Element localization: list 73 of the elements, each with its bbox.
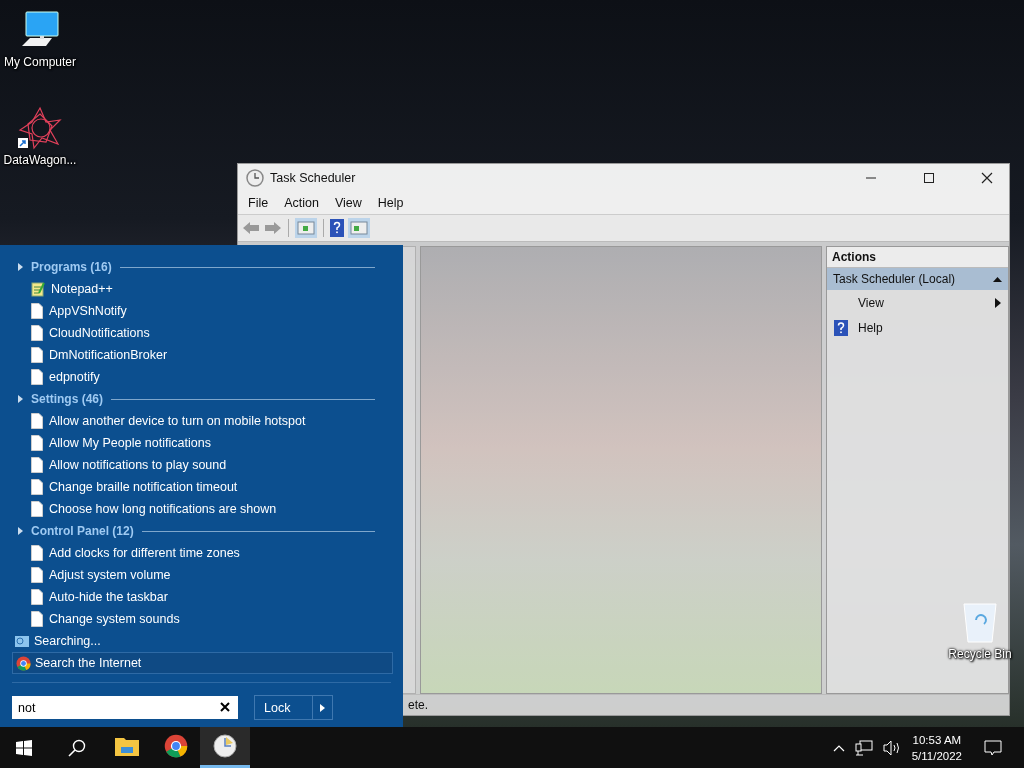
status-text: ete. (408, 698, 428, 712)
section-heading[interactable]: Control Panel (12) (31, 524, 134, 538)
search-icon[interactable] (68, 738, 86, 757)
document-icon (31, 589, 43, 605)
actions-group-header[interactable]: Task Scheduler (Local) (827, 268, 1008, 290)
notification-icon[interactable] (984, 739, 1002, 756)
search-result[interactable]: DmNotificationBroker (49, 348, 168, 362)
browser-icon (16, 655, 31, 671)
clock-icon (213, 734, 237, 758)
close-icon[interactable] (981, 171, 993, 184)
collapse-caret-icon (993, 276, 1002, 282)
help-icon[interactable] (330, 219, 344, 237)
notepad-icon (31, 281, 45, 297)
action-link[interactable]: View (858, 295, 884, 310)
document-icon (31, 435, 43, 451)
browser-icon (164, 734, 188, 758)
console-tree-icon[interactable] (295, 218, 317, 238)
desktop-icon-label[interactable]: DataWagon... (3, 153, 77, 167)
taskbar-app[interactable] (200, 727, 250, 768)
speaker-icon[interactable] (882, 739, 901, 756)
search-result[interactable]: Choose how long notifications are shown (49, 502, 277, 516)
windows-logo-icon[interactable] (16, 739, 32, 756)
document-icon (31, 325, 43, 341)
searching-status: Searching... (34, 634, 101, 648)
menu-item[interactable]: File (240, 195, 277, 210)
clear-icon[interactable] (220, 702, 230, 712)
search-result[interactable]: Auto-hide the taskbar (49, 590, 168, 604)
search-result[interactable]: Adjust system volume (49, 568, 171, 582)
expand-arrow-icon[interactable] (18, 395, 23, 403)
menu-item[interactable]: Action (276, 195, 327, 210)
actions-heading: Actions (827, 247, 1008, 268)
document-icon (31, 479, 43, 495)
desktop-icon-label[interactable]: My Computer (4, 55, 76, 69)
submenu-arrow-icon (995, 297, 1001, 308)
document-icon (31, 545, 43, 561)
folder-search-icon (14, 633, 30, 649)
search-internet-item[interactable]: Search the Internet (12, 652, 393, 674)
search-result[interactable]: edpnotify (49, 370, 100, 384)
help-icon (834, 319, 848, 336)
section-heading[interactable]: Programs (16) (31, 260, 112, 274)
folder-icon (115, 736, 139, 756)
clock-icon (246, 168, 264, 187)
search-result[interactable]: Change system sounds (49, 612, 180, 626)
document-icon (31, 501, 43, 517)
taskbar-clock[interactable]: 10:53 AM 5/11/2022 (911, 731, 962, 764)
window-title: Task Scheduler (270, 170, 356, 185)
search-field[interactable]: not (12, 696, 238, 719)
menu-item[interactable]: View (326, 195, 370, 210)
document-icon (31, 303, 43, 319)
action-link[interactable]: Help (858, 320, 883, 335)
maximize-icon[interactable] (923, 171, 935, 184)
document-icon (31, 369, 43, 385)
section-heading[interactable]: Settings (46) (31, 392, 103, 406)
search-result[interactable]: Notepad++ (51, 282, 113, 296)
search-result[interactable]: CloudNotifications (49, 326, 150, 340)
network-icon[interactable] (854, 739, 873, 756)
search-result[interactable]: AppVShNotify (49, 304, 127, 318)
document-icon (31, 567, 43, 583)
arrow-icon (320, 703, 325, 712)
star-shortcut-icon[interactable] (16, 106, 64, 150)
document-icon (31, 611, 43, 627)
search-result[interactable]: Add clocks for different time zones (49, 546, 240, 560)
search-result[interactable]: Allow My People notifications (49, 436, 211, 450)
document-icon (31, 457, 43, 473)
search-result[interactable]: Allow notifications to play sound (49, 458, 227, 472)
document-icon (31, 413, 43, 429)
menu-item[interactable]: Help (369, 195, 412, 210)
caret-up-icon[interactable] (832, 743, 845, 752)
search-result[interactable]: Change braille notification timeout (49, 480, 238, 494)
search-result[interactable]: Allow another device to turn on mobile hotspot (49, 414, 306, 428)
expand-arrow-icon[interactable] (18, 527, 23, 535)
expand-arrow-icon[interactable] (18, 263, 23, 271)
document-icon (31, 347, 43, 363)
